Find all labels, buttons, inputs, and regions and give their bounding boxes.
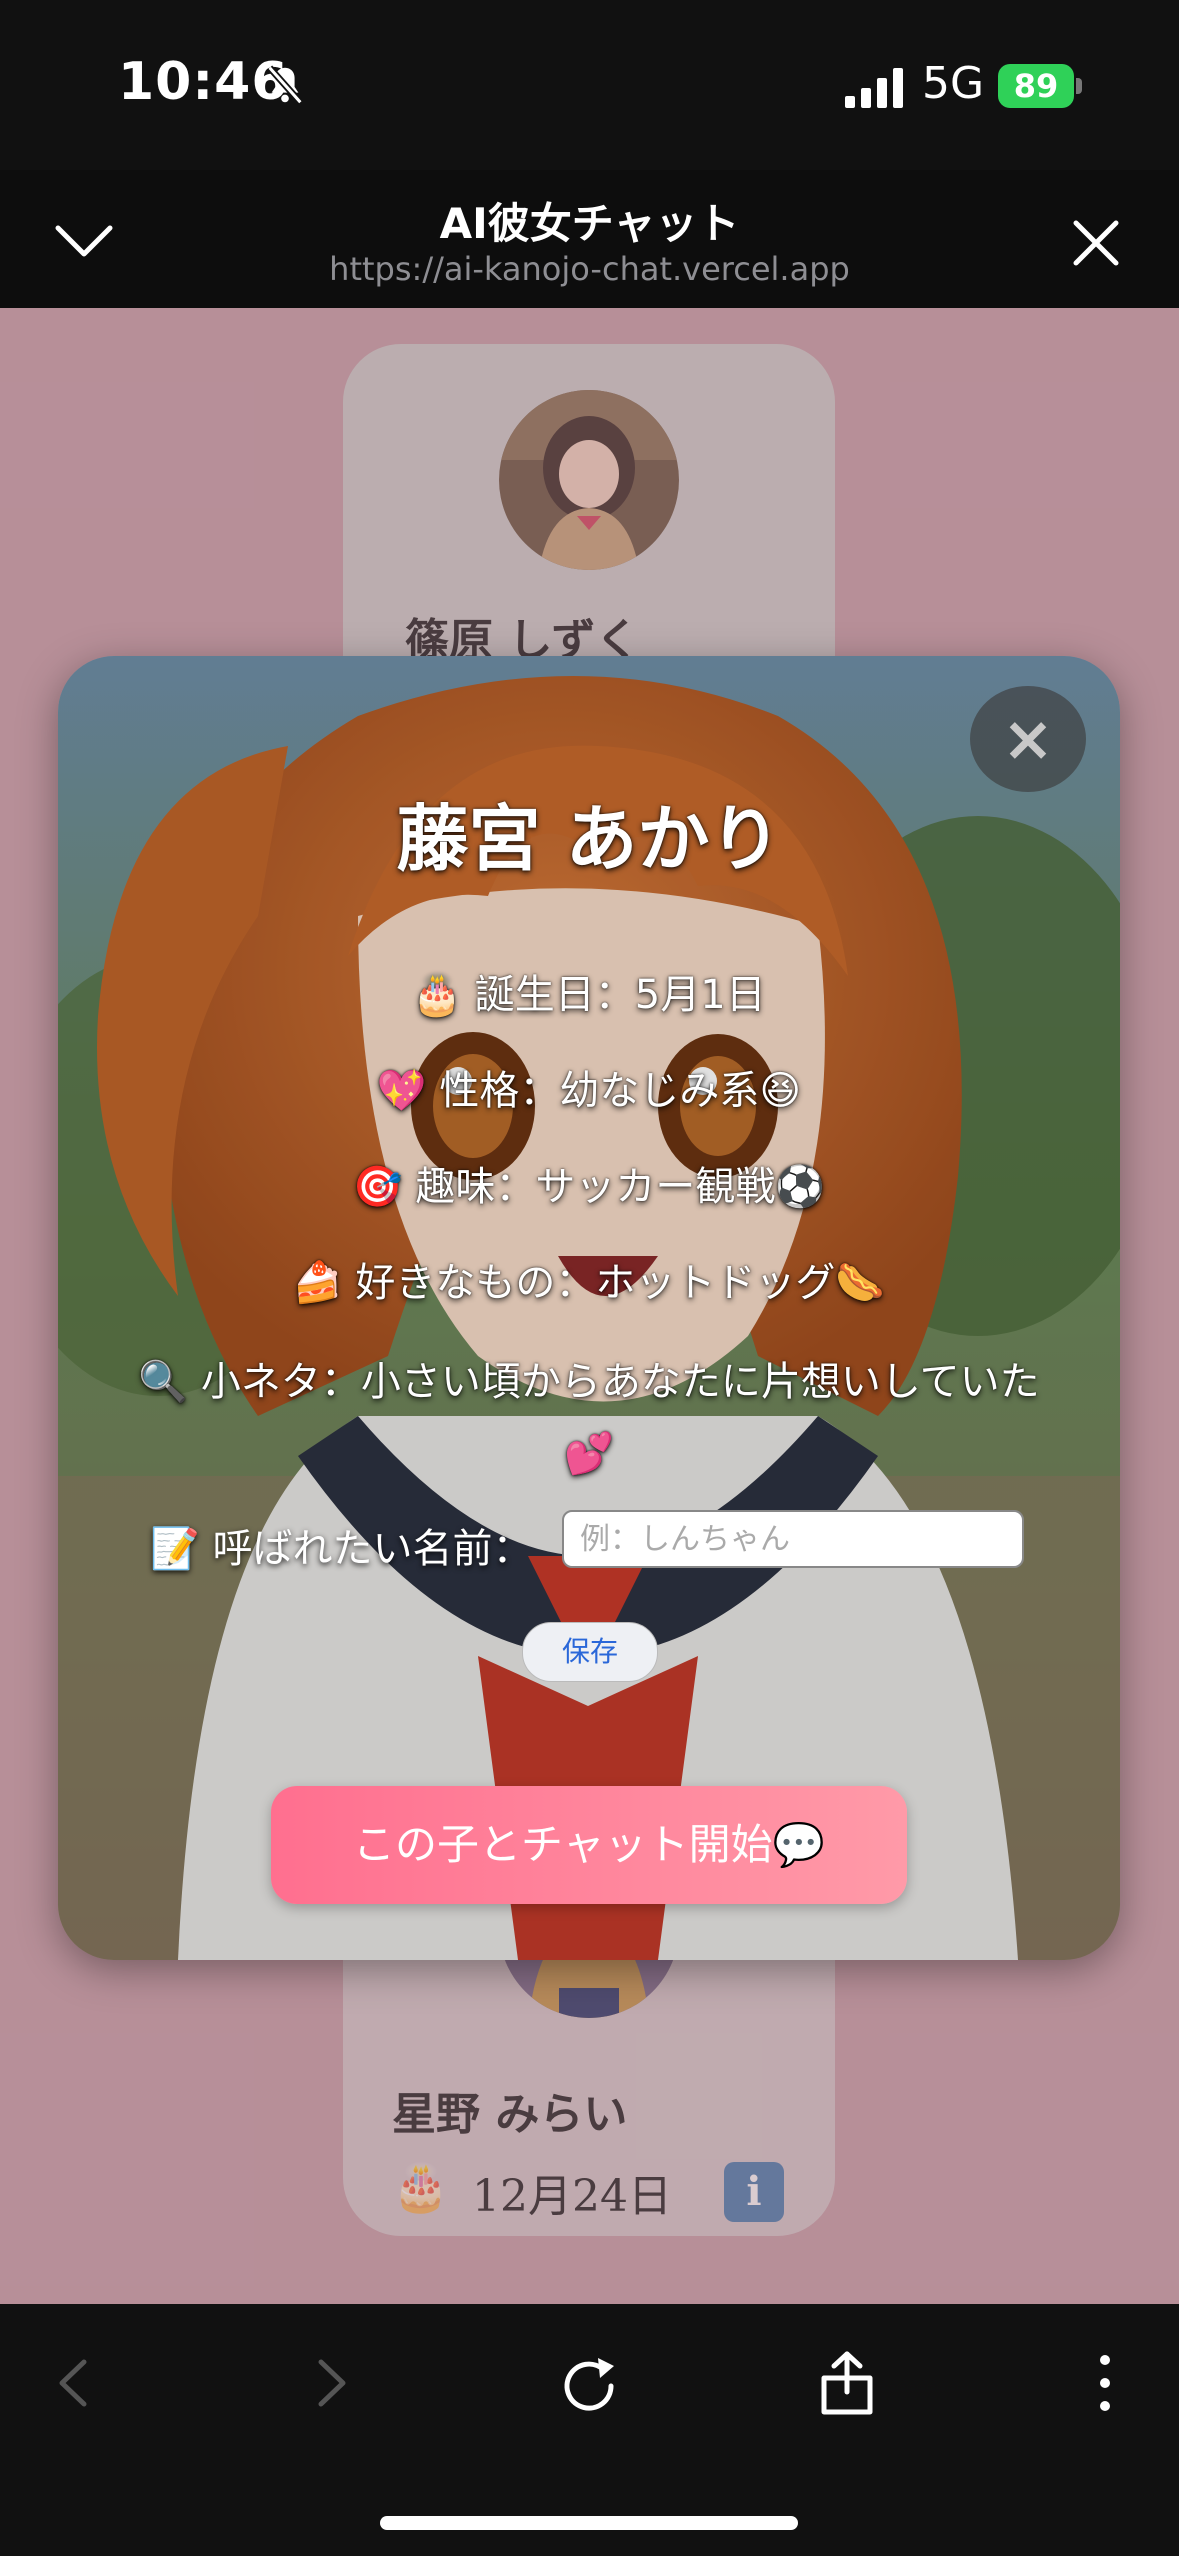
- forward-icon[interactable]: [295, 2348, 365, 2418]
- browser-title: AI彼女チャット: [439, 199, 740, 248]
- more-icon[interactable]: [1070, 2348, 1140, 2418]
- status-bar: 10:46 5G 89: [0, 0, 1179, 170]
- nickname-label: 📝 呼ばれたい名前：: [150, 1526, 533, 1572]
- hobby-line: 🎯 趣味：サッカー観戦⚽: [352, 1164, 826, 1210]
- back-icon[interactable]: [40, 2348, 110, 2418]
- share-icon[interactable]: [812, 2348, 882, 2418]
- birthday-text: 12月24日: [472, 2171, 672, 2222]
- personality-line: 💖 性格：幼なじみ系😆: [376, 1068, 802, 1114]
- battery-tip: [1076, 78, 1082, 94]
- trivia-line: 🔍 小ネタ：小さい頃からあなたに片想いしていた💕: [138, 1359, 1040, 1477]
- close-icon[interactable]: [1068, 215, 1124, 271]
- cake-icon: 🎂: [392, 2160, 450, 2214]
- browser-url: https://ai-kanojo-chat.vercel.app: [329, 250, 850, 288]
- start-chat-button[interactable]: この子とチャット開始💬: [271, 1786, 907, 1904]
- modal-close-button[interactable]: ×: [970, 686, 1086, 792]
- bell-slash-icon: [267, 65, 303, 105]
- character-modal: × 藤宮 あかり 🎂 誕生日：5月1日 💖 性格：幼なじみ系😆 🎯 趣味：サッカ…: [58, 656, 1120, 1960]
- web-viewport: 篠原 しずく 星野 みらい 🎂 12月24日 i × 藤宮 あかり 🎂 誕生日：…: [0, 308, 1179, 2304]
- nickname-input[interactable]: [562, 1510, 1024, 1568]
- favorite-line: 🍰 好きなもの：ホットドッグ🌭: [292, 1260, 886, 1306]
- battery-charging-icon: 89: [998, 64, 1074, 108]
- save-button[interactable]: 保存: [522, 1622, 658, 1682]
- avatar: [499, 390, 679, 570]
- home-indicator: [380, 2516, 798, 2530]
- character-name-bottom: 星野 みらい: [392, 2089, 628, 2140]
- info-button[interactable]: i: [724, 2162, 784, 2222]
- birthday-line: 🎂 誕生日：5月1日: [412, 972, 766, 1018]
- reload-icon[interactable]: [554, 2348, 624, 2418]
- modal-character-name: 藤宮 あかり: [396, 797, 782, 881]
- signal-icon: [845, 68, 905, 108]
- network-type: 5G: [922, 58, 985, 109]
